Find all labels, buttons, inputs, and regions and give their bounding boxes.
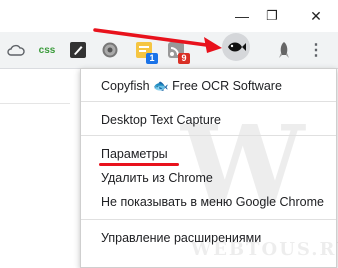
page-divider <box>0 103 70 104</box>
menu-item-desktop-text-capture[interactable]: Desktop Text Capture <box>101 113 221 127</box>
extension-context-menu: W WEBTOUS.RU Copyfish 🐟 Free OCR Softwar… <box>80 68 338 268</box>
menu-separator <box>81 135 336 136</box>
menu-separator <box>81 219 336 220</box>
menu-separator <box>81 101 336 102</box>
menu-item-hide-in-menu[interactable]: Не показывать в меню Google Chrome <box>101 195 324 209</box>
menu-item-manage-extensions[interactable]: Управление расширениями <box>101 231 261 245</box>
menu-item-remove-from-chrome[interactable]: Удалить из Chrome <box>101 171 213 185</box>
annotation-underline <box>99 163 179 166</box>
menu-item-title[interactable]: Copyfish 🐟 Free OCR Software <box>101 79 282 94</box>
menu-item-parameters[interactable]: Параметры <box>101 147 168 161</box>
